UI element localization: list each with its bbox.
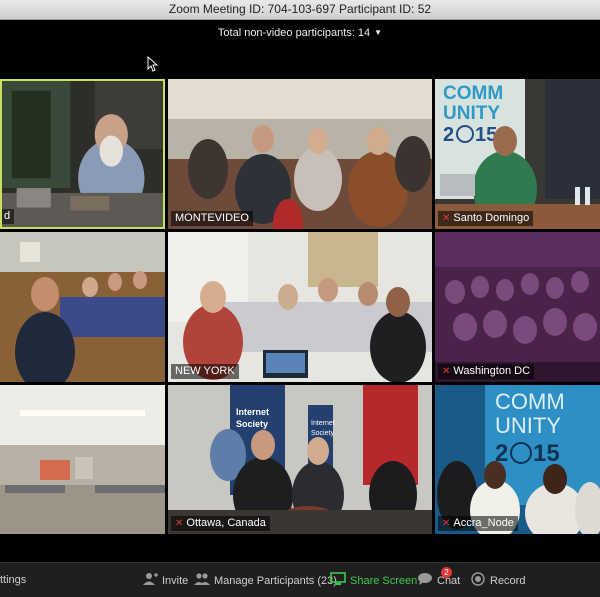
participant-name-label: NEW YORK bbox=[171, 364, 239, 379]
participant-video bbox=[0, 232, 165, 382]
manage-participants-button[interactable]: Manage Participants (23) bbox=[194, 572, 337, 588]
participant-name-label: d bbox=[2, 209, 15, 224]
muted-mic-icon: ✕ bbox=[442, 213, 451, 224]
svg-text:Internet: Internet bbox=[236, 407, 269, 417]
meeting-toolbar: ttings Invite Manage Participants (23) S… bbox=[0, 562, 600, 597]
video-tile-4[interactable] bbox=[0, 232, 165, 382]
svg-text:UNITY: UNITY bbox=[495, 413, 561, 438]
invite-button[interactable]: Invite bbox=[142, 572, 188, 588]
participant-name-label: ✕ Washington DC bbox=[438, 364, 535, 379]
participants-icon bbox=[194, 573, 210, 585]
video-tile-9[interactable]: COMM UNITY 2 15 ✕ Accra_Node bbox=[435, 385, 600, 534]
invite-label: Invite bbox=[162, 575, 189, 587]
participant-video bbox=[2, 81, 163, 227]
svg-text:COMM: COMM bbox=[495, 389, 565, 414]
svg-text:COMM: COMM bbox=[443, 83, 503, 104]
record-label: Record bbox=[490, 575, 526, 587]
muted-mic-icon: ✕ bbox=[175, 518, 184, 529]
video-tile-6[interactable]: ✕ Washington DC bbox=[435, 232, 600, 382]
participant-name-label: ✕ Ottawa, Canada bbox=[171, 516, 270, 531]
svg-text:2: 2 bbox=[443, 124, 454, 146]
participant-video bbox=[168, 232, 432, 382]
video-tile-3[interactable]: COMM UNITY 2 15 ✕ Santo Domingo bbox=[435, 79, 600, 229]
settings-button[interactable]: ttings bbox=[0, 572, 26, 588]
chat-icon bbox=[418, 573, 432, 585]
participant-name: d bbox=[4, 210, 11, 222]
participant-name-label: MONTEVIDEO bbox=[171, 211, 253, 226]
participant-name: Washington DC bbox=[453, 365, 531, 377]
participant-video bbox=[0, 385, 165, 534]
muted-mic-icon: ✕ bbox=[442, 366, 451, 377]
mouse-pointer-icon bbox=[147, 56, 159, 72]
participant-video: Internet Society Internet Society bbox=[168, 385, 432, 534]
svg-text:UNITY: UNITY bbox=[443, 103, 500, 124]
participant-name: MONTEVIDEO bbox=[175, 212, 249, 224]
participant-name: NEW YORK bbox=[175, 365, 235, 377]
muted-mic-icon: ✕ bbox=[442, 518, 451, 529]
participant-video bbox=[435, 232, 600, 382]
video-grid: d MONTEVIDEO COMM UNITY 2 15 ✕ Santo Dom… bbox=[0, 79, 600, 534]
share-screen-button[interactable]: Share Screen bbox=[330, 572, 417, 588]
non-video-participants-dropdown[interactable]: Total non-video participants: 14 ▼ bbox=[0, 24, 600, 42]
participant-name-label: ✕ Santo Domingo bbox=[438, 211, 534, 226]
svg-text:15: 15 bbox=[533, 440, 560, 467]
video-tile-1[interactable]: d bbox=[0, 79, 165, 229]
svg-text:Internet: Internet bbox=[311, 420, 335, 427]
svg-text:Society: Society bbox=[311, 430, 334, 437]
participant-video: COMM UNITY 2 15 bbox=[435, 385, 600, 534]
record-icon bbox=[471, 572, 485, 586]
participant-name: Ottawa, Canada bbox=[186, 517, 266, 529]
svg-text:Society: Society bbox=[236, 419, 268, 429]
chevron-down-icon: ▼ bbox=[374, 28, 383, 37]
chat-button[interactable]: Chat 2 bbox=[417, 567, 460, 588]
video-tile-7[interactable] bbox=[0, 385, 165, 534]
video-tile-2[interactable]: MONTEVIDEO bbox=[168, 79, 432, 229]
participant-name: Santo Domingo bbox=[453, 212, 530, 224]
share-screen-label: Share Screen bbox=[350, 575, 418, 587]
participant-name-label: ✕ Accra_Node bbox=[438, 516, 518, 531]
manage-participants-label: Manage Participants (23) bbox=[214, 575, 337, 587]
participant-video bbox=[168, 79, 432, 229]
non-video-participants-label: Total non-video participants: 14 bbox=[217, 27, 371, 39]
chat-unread-badge: 2 bbox=[441, 567, 452, 578]
video-tile-8[interactable]: Internet Society Internet Society ✕ Ottaw… bbox=[168, 385, 432, 534]
window-title: Zoom Meeting ID: 704-103-697 Participant… bbox=[0, 0, 600, 20]
participant-video: COMM UNITY 2 15 bbox=[435, 79, 600, 229]
record-button[interactable]: Record bbox=[470, 572, 525, 588]
invite-icon bbox=[143, 573, 158, 585]
video-tile-5[interactable]: NEW YORK bbox=[168, 232, 432, 382]
settings-label: ttings bbox=[0, 574, 27, 586]
share-screen-icon bbox=[330, 572, 346, 585]
participant-name: Accra_Node bbox=[453, 517, 514, 529]
